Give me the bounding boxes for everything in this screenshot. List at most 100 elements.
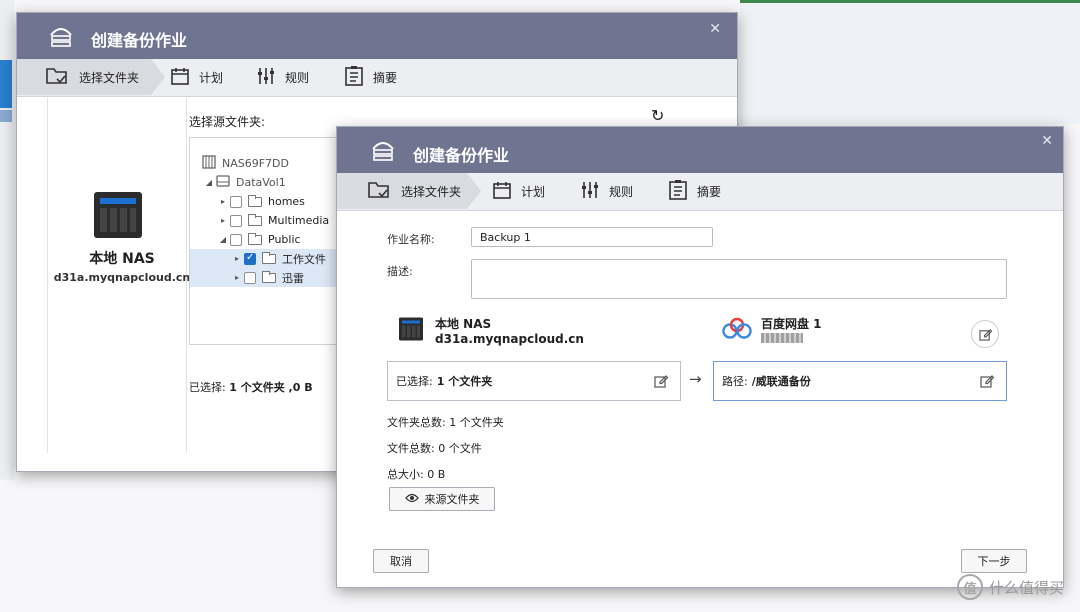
- selected-prefix: 已选择:: [396, 375, 433, 388]
- back-tab-schedule-label: 计划: [199, 70, 224, 85]
- job-name-input[interactable]: Backup 1: [471, 227, 713, 247]
- back-tab-schedule[interactable]: 计划: [171, 59, 223, 95]
- front-close-icon[interactable]: ✕: [1041, 133, 1053, 149]
- checkbox-homes[interactable]: [230, 195, 242, 208]
- description-textarea[interactable]: [471, 259, 1007, 299]
- nas-device-icon: [94, 192, 142, 241]
- back-close-icon[interactable]: ✕: [709, 21, 721, 37]
- front-titlebar: 创建备份作业 ✕: [337, 127, 1063, 173]
- refresh-icon[interactable]: ↻: [651, 106, 664, 125]
- back-tab-summary[interactable]: 摘要: [345, 59, 397, 95]
- desktop-blue-block: [0, 60, 12, 108]
- folder-icon: [262, 270, 276, 283]
- source-folder-button-label: 来源文件夹: [424, 493, 480, 506]
- cancel-button[interactable]: 取消: [373, 549, 429, 573]
- watermark-text: 什么值得买: [988, 578, 1064, 597]
- edit-icon: [978, 328, 992, 341]
- watermark: 值 什么值得买: [956, 574, 1064, 600]
- folder-icon: [262, 251, 276, 264]
- expand-arrow-icon[interactable]: ◢: [216, 235, 230, 244]
- back-selected-value: 1 个文件夹 ,0 B: [229, 381, 313, 394]
- job-name-label: 作业名称:: [387, 233, 435, 246]
- front-local-nas-label: 本地 NAS: [435, 317, 492, 331]
- collapse-arrow-icon[interactable]: ▸: [216, 197, 230, 206]
- back-source-title: 选择源文件夹:: [189, 115, 266, 129]
- back-tab-rules-label: 规则: [285, 70, 310, 85]
- checkbox-work-files[interactable]: [244, 252, 256, 265]
- nas-backup-icon: [47, 23, 75, 52]
- collapse-arrow-icon[interactable]: ▸: [216, 216, 230, 225]
- expand-arrow-icon[interactable]: ◢: [202, 178, 216, 187]
- tree-row-multimedia[interactable]: ▸ Multimedia: [190, 211, 338, 230]
- cloud-account-label: 百度网盘 1: [761, 317, 822, 331]
- calendar-icon: [171, 67, 189, 88]
- folder-total-label: 文件夹总数:: [387, 416, 446, 429]
- folder-total-row: 文件夹总数: 1 个文件夹: [387, 414, 504, 430]
- tree-row-homes[interactable]: ▸ homes: [190, 192, 338, 211]
- back-titlebar: 创建备份作业 ✕: [17, 13, 737, 59]
- checkbox-xunlei[interactable]: [244, 271, 256, 284]
- desktop-right-pane: [740, 4, 1080, 124]
- back-selected-prefix: 已选择:: [189, 381, 226, 394]
- checkbox-multimedia[interactable]: [230, 214, 242, 227]
- disk-icon: [216, 175, 230, 190]
- edit-path-icon[interactable]: [980, 374, 995, 391]
- tree-device-label: NAS69F7DD: [222, 157, 289, 170]
- folder-sync-icon: [45, 66, 69, 89]
- front-tabbar: 选择文件夹 计划 规则 摘要: [337, 173, 1063, 211]
- front-tab-rules-label: 规则: [609, 184, 634, 199]
- baidu-cloud-icon: [721, 317, 753, 344]
- tree-item-label: 工作文件: [282, 252, 326, 266]
- tree-row-work-files[interactable]: ▸ 工作文件: [190, 249, 338, 268]
- description-label: 描述:: [387, 265, 413, 278]
- front-tab-summary[interactable]: 摘要: [669, 173, 721, 209]
- front-tab-schedule[interactable]: 计划: [493, 173, 545, 209]
- source-folder-button[interactable]: 来源文件夹: [389, 487, 495, 511]
- clipboard-icon: [669, 179, 687, 203]
- direction-arrow-icon: →: [689, 370, 702, 388]
- selected-value: 1 个文件夹: [436, 375, 493, 388]
- folder-sync-icon: [367, 180, 391, 203]
- tree-device-row[interactable]: NAS69F7DD: [190, 154, 338, 173]
- file-total-value: 0 个文件: [438, 442, 482, 455]
- size-label: 总大小:: [387, 468, 424, 481]
- desktop-blue-block-2: [0, 110, 12, 122]
- size-row: 总大小: 0 B: [387, 466, 445, 482]
- back-tabbar: 选择文件夹 计划 规则 摘要: [17, 59, 737, 97]
- collapse-arrow-icon[interactable]: ▸: [230, 273, 244, 282]
- path-value: /威联通备份: [751, 375, 811, 388]
- back-tab-select-folder[interactable]: 选择文件夹: [17, 59, 165, 95]
- nas-device-icon: [399, 317, 423, 344]
- desktop-green-line: [740, 0, 1080, 3]
- sliders-icon: [257, 67, 275, 88]
- file-total-label: 文件总数:: [387, 442, 435, 455]
- front-tab-summary-label: 摘要: [697, 184, 722, 199]
- file-total-row: 文件总数: 0 个文件: [387, 440, 482, 456]
- front-backup-dialog: 创建备份作业 ✕ 选择文件夹 计划 规则 摘要 作业名称: Backup 1 描…: [336, 126, 1064, 588]
- folder-tree: NAS69F7DD ◢ DataVol1 ▸ homes ▸ Multimedi…: [189, 137, 339, 345]
- next-button[interactable]: 下一步: [961, 549, 1027, 573]
- folder-total-value: 1 个文件夹: [449, 416, 504, 429]
- front-tab-rules[interactable]: 规则: [581, 173, 633, 209]
- nas-backup-icon: [369, 137, 397, 166]
- tree-volume-row[interactable]: ◢ DataVol1: [190, 173, 338, 192]
- tree-item-label: Multimedia: [268, 214, 330, 227]
- tree-row-xunlei[interactable]: ▸ 迅雷: [190, 268, 338, 287]
- watermark-logo-icon: 值: [956, 574, 983, 600]
- folder-open-icon: [248, 232, 262, 245]
- redacted-account-block: [761, 333, 803, 343]
- back-tab-select-folder-label: 选择文件夹: [79, 70, 140, 85]
- edit-source-icon[interactable]: [654, 374, 669, 391]
- tree-item-label: Public: [268, 233, 301, 246]
- collapse-arrow-icon[interactable]: ▸: [230, 254, 244, 263]
- calendar-icon: [493, 181, 511, 202]
- front-tab-select-folder-label: 选择文件夹: [401, 184, 462, 199]
- front-tab-select-folder[interactable]: 选择文件夹: [337, 173, 481, 209]
- tree-row-public[interactable]: ◢ Public: [190, 230, 338, 249]
- front-dialog-title: 创建备份作业: [413, 146, 510, 165]
- folder-icon: [248, 213, 262, 226]
- checkbox-public[interactable]: [230, 233, 242, 246]
- back-tab-rules[interactable]: 规则: [257, 59, 309, 95]
- edit-cloud-button[interactable]: [971, 320, 999, 348]
- tree-item-label: homes: [268, 195, 305, 208]
